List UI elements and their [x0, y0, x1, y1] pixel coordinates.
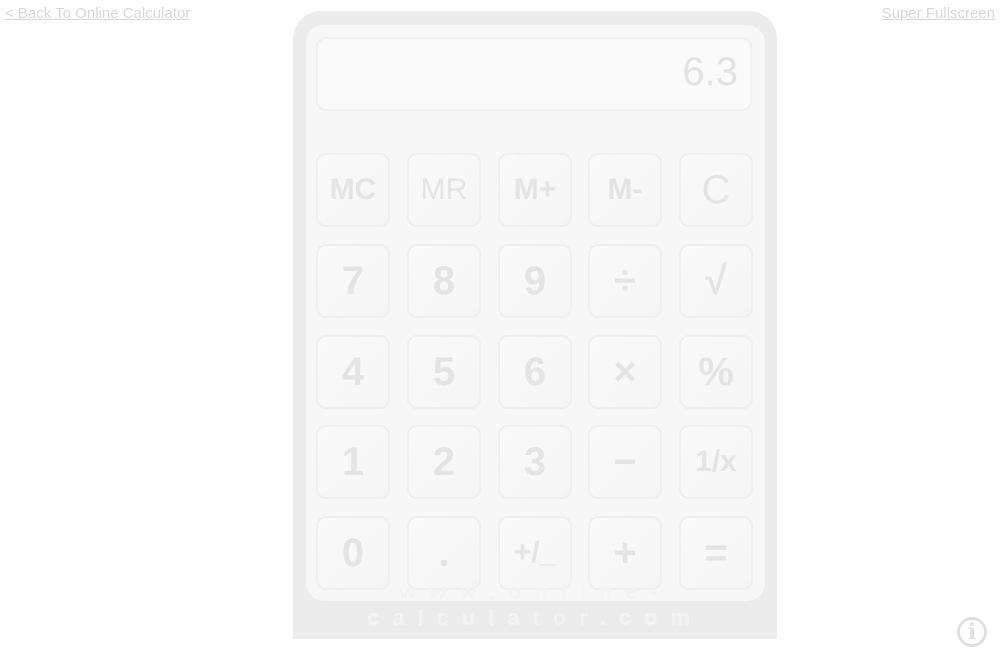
brand-watermark: www.online-calculator.com: [366, 579, 704, 630]
reciprocal-button[interactable]: 1/x: [679, 425, 753, 499]
digit-7-button[interactable]: 7: [316, 244, 390, 318]
memory-clear-button[interactable]: MC: [316, 153, 390, 227]
memory-subtract-button[interactable]: M-: [588, 153, 662, 227]
percent-button[interactable]: %: [679, 335, 753, 409]
calculator-face: 6.3 MC MR M+ M- C 7 8 9 ÷ √ 4 5 6 ×% 1 2 3−1/x 0. +/_ + =: [306, 25, 765, 601]
digit-1-button[interactable]: 1: [316, 425, 390, 499]
memory-recall-button[interactable]: MR: [407, 153, 481, 227]
back-link[interactable]: < Back To Online Calculator: [5, 5, 190, 22]
clear-button[interactable]: C: [679, 153, 753, 227]
digit-3-button[interactable]: 3: [498, 425, 572, 499]
divide-button[interactable]: ÷: [588, 244, 662, 318]
digit-6-button[interactable]: 6: [498, 335, 572, 409]
digit-4-button[interactable]: 4: [316, 335, 390, 409]
sqrt-button[interactable]: √: [679, 244, 753, 318]
digit-2-button[interactable]: 2: [407, 425, 481, 499]
info-icon[interactable]: i: [957, 617, 987, 647]
fullscreen-link[interactable]: Super Fullscreen: [882, 5, 995, 22]
multiply-button[interactable]: ×: [588, 335, 662, 409]
digit-9-button[interactable]: 9: [498, 244, 572, 318]
digit-5-button[interactable]: 5: [407, 335, 481, 409]
display: 6.3: [316, 37, 752, 111]
memory-add-button[interactable]: M+: [498, 153, 572, 227]
minus-button[interactable]: −: [588, 425, 662, 499]
calculator: 6.3 MC MR M+ M- C 7 8 9 ÷ √ 4 5 6 ×% 1 2 3−1/x 0. +/_ + = ww…: [293, 11, 777, 639]
digit-8-button[interactable]: 8: [407, 244, 481, 318]
